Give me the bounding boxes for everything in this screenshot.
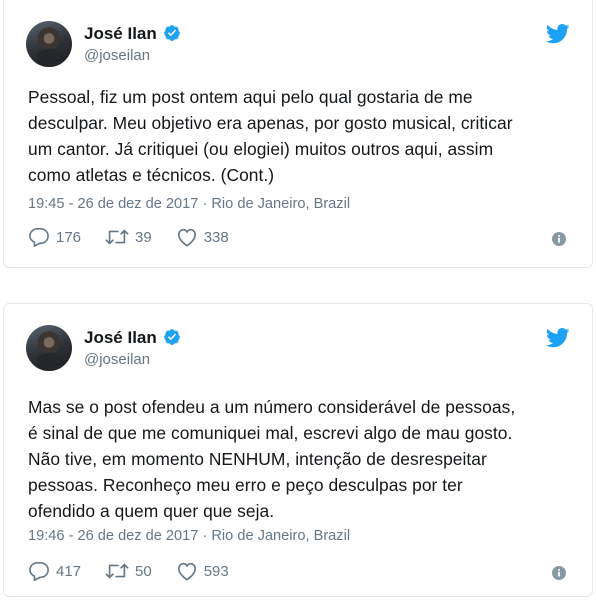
display-name[interactable]: José Ilan <box>84 327 157 348</box>
tweet-timestamp-location[interactable]: 19:45 - 26 de dez de 2017 · Rio de Janei… <box>28 196 350 212</box>
user-names: José Ilan @joseilan <box>84 327 181 370</box>
display-name-row: José Ilan <box>84 23 181 44</box>
verified-badge-icon <box>163 328 181 346</box>
retweet-icon <box>105 563 129 579</box>
tweet-header: José Ilan @joseilan <box>26 20 181 68</box>
display-name-row: José Ilan <box>84 327 181 348</box>
tweet-text: Mas se o post ofendeu a um número consid… <box>28 394 572 524</box>
reply-count: 417 <box>56 562 82 580</box>
tweet-text-line: um cantor. Já critiquei (ou elogiei) mui… <box>28 139 494 159</box>
tweet-text-line: como atletas e técnicos. (Cont.) <box>28 165 275 185</box>
like-button[interactable]: 593 <box>176 561 229 581</box>
tweet-card[interactable]: José Ilan @joseilan Mas se o post ofende… <box>3 303 593 597</box>
avatar[interactable] <box>26 325 72 371</box>
retweet-count: 39 <box>135 228 152 246</box>
tweet-text-line: é sinal de que me comuniquei mal, escrev… <box>28 423 513 443</box>
like-count: 338 <box>203 228 229 246</box>
user-names: José Ilan @joseilan <box>84 23 181 66</box>
retweet-button[interactable]: 39 <box>105 228 152 246</box>
reply-icon <box>29 562 49 581</box>
tweet-text: Pessoal, fiz um post ontem aqui pelo qua… <box>28 84 572 188</box>
tweet-text-line: Pessoal, fiz um post ontem aqui pelo qua… <box>28 87 473 107</box>
tweet-text-line: ofendido a quem quer que seja. <box>28 501 275 521</box>
tweet-text-line: Mas se o post ofendeu a um número consid… <box>28 397 516 417</box>
like-count: 593 <box>203 562 229 580</box>
user-handle[interactable]: @joseilan <box>84 46 181 66</box>
tweet-text-line: desculpar. Meu objetivo era apenas, por … <box>28 113 513 133</box>
retweet-button[interactable]: 50 <box>105 562 152 580</box>
avatar[interactable] <box>26 21 72 67</box>
retweet-icon <box>105 229 129 245</box>
twitter-bird-icon[interactable] <box>545 328 570 348</box>
like-button[interactable]: 338 <box>176 227 229 247</box>
display-name[interactable]: José Ilan <box>84 23 157 44</box>
info-icon[interactable] <box>552 232 566 246</box>
tweet-card[interactable]: José Ilan @joseilan Pessoal, fiz um post… <box>3 0 593 268</box>
reply-button[interactable]: 176 <box>28 227 81 247</box>
info-icon[interactable] <box>552 566 566 580</box>
tweet-text-line: pessoas. Reconheço meu erro e peço descu… <box>28 475 463 495</box>
user-handle[interactable]: @joseilan <box>84 350 181 370</box>
heart-icon <box>177 562 196 581</box>
reply-count: 176 <box>56 228 82 246</box>
verified-badge-icon <box>163 24 181 42</box>
twitter-bird-icon[interactable] <box>545 24 570 44</box>
tweet-header: José Ilan @joseilan <box>26 324 181 372</box>
tweet-text-line: Não tive, em momento NENHUM, intenção de… <box>28 449 487 469</box>
tweet-actions: 176 39 338 <box>28 227 253 247</box>
reply-icon <box>29 228 49 247</box>
heart-icon <box>177 228 196 247</box>
reply-button[interactable]: 417 <box>28 561 81 581</box>
retweet-count: 50 <box>135 562 152 580</box>
tweet-actions: 417 50 593 <box>28 561 253 581</box>
tweet-timestamp-location[interactable]: 19:46 - 26 de dez de 2017 · Rio de Janei… <box>28 528 350 544</box>
